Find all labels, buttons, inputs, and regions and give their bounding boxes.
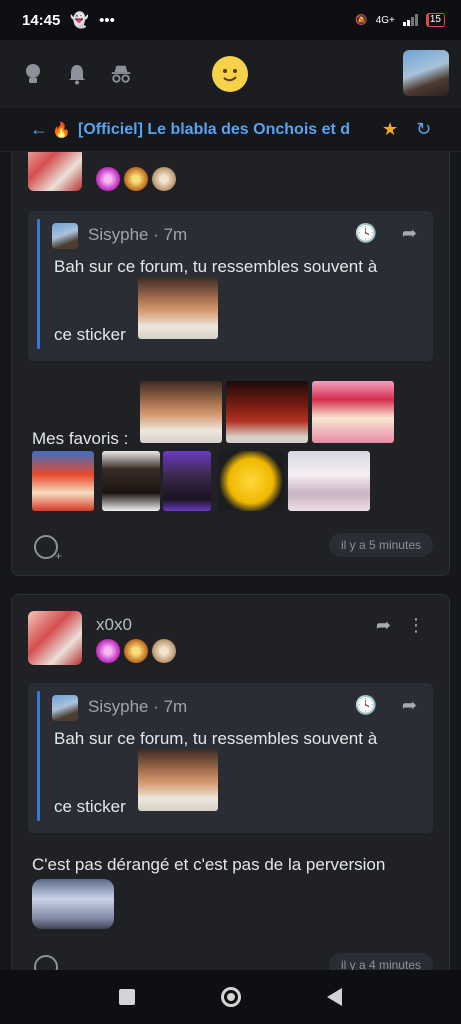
top-nav: [0, 40, 461, 108]
smiley-icon[interactable]: [212, 56, 248, 92]
back-button[interactable]: [327, 988, 342, 1006]
mute-icon: 🔕: [355, 14, 368, 26]
lightbulb-icon[interactable]: [22, 63, 44, 85]
share-icon[interactable]: ➦: [402, 223, 417, 244]
battery-icon: 15: [425, 13, 445, 27]
badge-icon: [152, 167, 176, 191]
favorite-star-icon[interactable]: ★: [382, 119, 398, 140]
author-avatar[interactable]: [28, 152, 82, 191]
quote-text: ce sticker: [54, 797, 126, 816]
post-text: Mes favoris :: [32, 429, 129, 448]
topic-bar: ← 🔥 [Officiel] Le blabla des Onchois et …: [0, 108, 461, 152]
status-bar: 14:45 👻 ••• 🔕 4G+ 15: [0, 0, 461, 40]
quote-text: Bah sur ce forum, tu ressembles souvent …: [54, 729, 378, 748]
more-notifications-icon: •••: [99, 11, 115, 29]
add-reaction-icon[interactable]: [34, 535, 62, 563]
bell-icon[interactable]: [66, 63, 88, 85]
user-avatar[interactable]: [403, 50, 449, 96]
sticker-image: [163, 451, 211, 511]
badges: [96, 639, 176, 663]
quote-block: Sisyphe · 7m 🕓 ➦ Bah sur ce forum, tu re…: [28, 211, 433, 361]
sticker-image: [32, 451, 94, 511]
incognito-icon[interactable]: [110, 63, 132, 85]
recent-apps-button[interactable]: [119, 989, 135, 1005]
badge-icon: [124, 167, 148, 191]
quote-author: Sisyphe · 7m: [88, 225, 188, 244]
sticker-image: [102, 451, 160, 511]
add-reaction-icon[interactable]: [34, 955, 62, 970]
sticker-image: [138, 749, 218, 811]
badge-icon: [96, 167, 120, 191]
share-icon[interactable]: ➦: [402, 695, 417, 716]
author-name[interactable]: x0x0: [96, 615, 132, 635]
more-menu-icon[interactable]: ⋮: [407, 615, 425, 636]
badge-icon: [124, 639, 148, 663]
home-button[interactable]: [221, 987, 241, 1007]
sticker-image: [312, 381, 394, 443]
post: x0x0 ➦ ⋮ Sisyphe · 7m 🕓 ➦ Bah sur ce for…: [11, 594, 450, 970]
post-timestamp: il y a 4 minutes: [328, 953, 433, 970]
network-type: 4G+: [375, 14, 395, 26]
sticker-image: [218, 451, 284, 511]
refresh-icon[interactable]: ↻: [416, 119, 431, 140]
badges: [96, 167, 176, 191]
sticker-image: [288, 451, 370, 511]
system-nav-bar: [0, 970, 461, 1024]
quote-author: Sisyphe · 7m: [88, 697, 188, 716]
sticker-image: [226, 381, 308, 443]
sticker-image: [138, 277, 218, 339]
sticker-image: [32, 879, 114, 929]
post: x0x0 ➦ ⋮ Sisyphe · 7m 🕓 ➦ Bah sur ce for…: [11, 152, 450, 576]
author-avatar[interactable]: [28, 611, 82, 665]
sticker-image: [140, 381, 222, 443]
quote-text: Bah sur ce forum, tu ressembles souvent …: [54, 257, 378, 276]
quote-author-avatar: [52, 223, 78, 249]
quote-bar: [37, 691, 40, 821]
share-icon[interactable]: ➦: [376, 615, 391, 636]
back-arrow-icon[interactable]: ←: [30, 119, 52, 140]
quote-text: ce sticker: [54, 325, 126, 344]
history-icon[interactable]: 🕓: [355, 223, 377, 244]
topic-title[interactable]: [Officiel] Le blabla des Onchois et d: [78, 121, 370, 139]
post-text: C'est pas dérangé et c'est pas de la per…: [32, 855, 386, 874]
signal-icon: [402, 14, 418, 26]
history-icon[interactable]: 🕓: [355, 695, 377, 716]
flame-icon: 🔥: [52, 121, 71, 139]
status-time: 14:45: [22, 11, 61, 29]
message-feed[interactable]: x0x0 ➦ ⋮ Sisyphe · 7m 🕓 ➦ Bah sur ce for…: [0, 152, 461, 970]
quote-bar: [37, 219, 40, 349]
badge-icon: [152, 639, 176, 663]
snapchat-icon: 👻: [70, 12, 90, 29]
quote-author-avatar: [52, 695, 78, 721]
quote-block: Sisyphe · 7m 🕓 ➦ Bah sur ce forum, tu re…: [28, 683, 433, 833]
post-timestamp: il y a 5 minutes: [328, 533, 433, 557]
badge-icon: [96, 639, 120, 663]
